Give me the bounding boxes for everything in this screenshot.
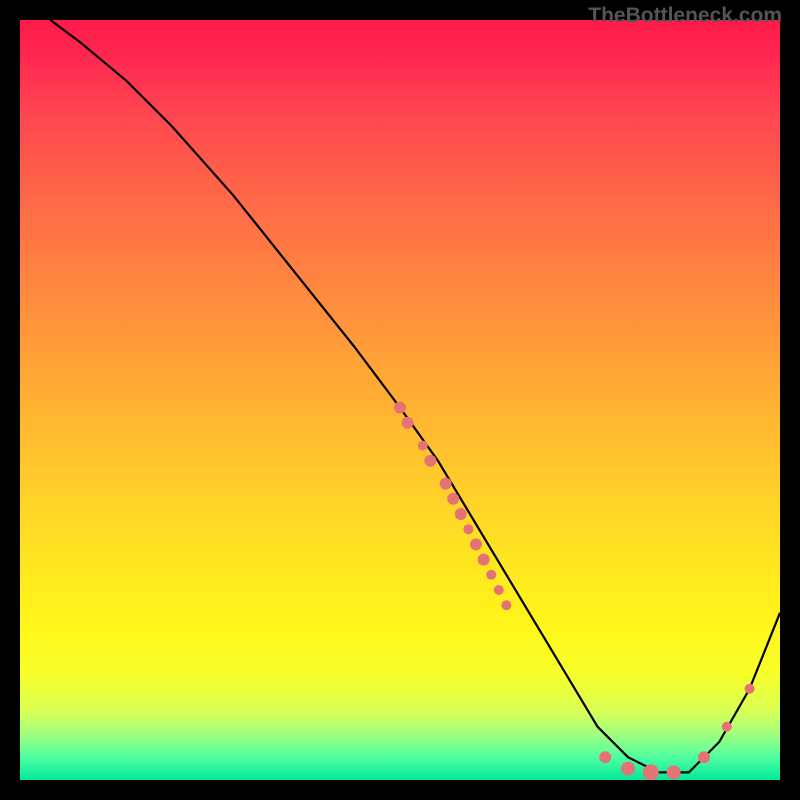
chart-marker — [486, 570, 496, 580]
chart-marker — [470, 538, 482, 550]
chart-marker — [418, 441, 428, 451]
chart-curve-line — [50, 20, 780, 772]
chart-marker — [455, 508, 467, 520]
chart-marker — [394, 402, 406, 414]
chart-marker — [402, 417, 414, 429]
chart-marker — [745, 684, 755, 694]
chart-marker — [440, 478, 452, 490]
chart-svg — [20, 20, 780, 780]
watermark-text: TheBottleneck.com — [588, 4, 782, 28]
chart-marker — [501, 600, 511, 610]
chart-marker — [621, 762, 635, 776]
chart-marker — [599, 751, 611, 763]
chart-markers-group — [394, 402, 755, 780]
chart-marker — [478, 554, 490, 566]
chart-marker — [494, 585, 504, 595]
chart-marker — [698, 751, 710, 763]
chart-plot-area — [20, 20, 780, 780]
chart-marker — [424, 455, 436, 467]
chart-marker — [667, 765, 681, 779]
chart-marker — [722, 722, 732, 732]
chart-marker — [447, 493, 459, 505]
chart-marker — [643, 764, 659, 780]
chart-marker — [463, 524, 473, 534]
